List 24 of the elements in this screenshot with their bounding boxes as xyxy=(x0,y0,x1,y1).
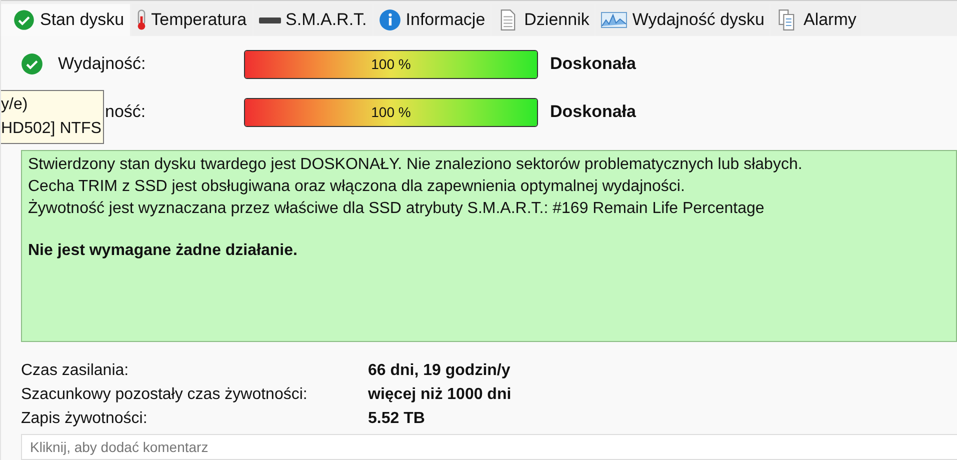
rating-text: Doskonała xyxy=(550,54,636,74)
chart-icon xyxy=(601,9,628,31)
info-icon xyxy=(378,9,401,31)
info-value: 5.52 TB xyxy=(368,409,426,429)
info-label: Zapis żywotności: xyxy=(21,409,148,429)
meter-label: ność: xyxy=(105,102,147,122)
rating-text: Doskonała xyxy=(550,102,636,122)
check-circle-icon xyxy=(13,9,35,31)
tooltip: y/e) HD502] NTFS xyxy=(1,90,104,144)
meter-label: Wydajność: xyxy=(58,54,147,74)
message-line: Żywotność jest wyznaczana przez właściwe dla SSD atrybuty S.M.A.R.T.: #169 Remain Life Percentage xyxy=(28,198,766,219)
message-line: Cecha TRIM z SSD jest obsługiwana oraz włączona dla zapewnienia optymalnej wydajności. xyxy=(28,177,686,197)
info-value: więcej niż 1000 dni xyxy=(368,385,512,405)
thermometer-icon xyxy=(137,9,146,31)
message-line: Stwierdzony stan dysku twardego jest DOSKONAŁY. Nie znaleziono sektorów problematycznych lub słabych. xyxy=(28,155,804,175)
meter-reading: 100 % xyxy=(371,104,411,120)
drive-icon xyxy=(258,16,281,24)
meter-reading: 100 % xyxy=(371,56,411,72)
info-label: Czas zasilania: xyxy=(21,361,130,381)
action-text: Nie jest wymagane żadne działanie. xyxy=(28,241,298,261)
info-value: 66 dni, 19 godzin/y xyxy=(368,361,512,381)
tab[interactable]: Stan dysku xyxy=(1,4,130,36)
comment-field[interactable]: Kliknij, aby dodać komentarz xyxy=(21,434,957,460)
info-label: Szacunkowy pozostały czas żywotności: xyxy=(21,385,308,405)
